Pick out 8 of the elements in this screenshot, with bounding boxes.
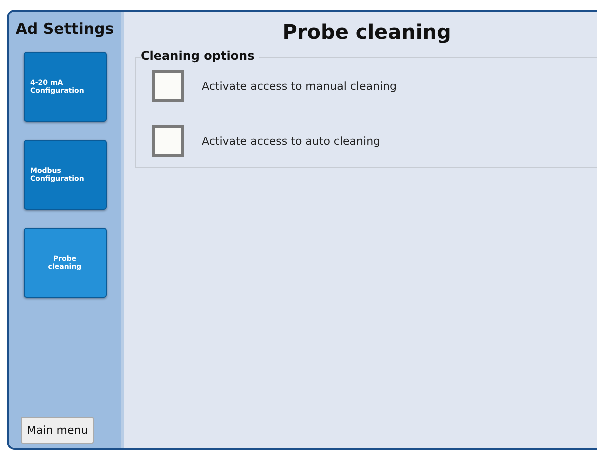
- main-menu-button[interactable]: Main menu: [21, 417, 94, 444]
- checkbox[interactable]: [152, 70, 184, 102]
- checkbox-label: Activate access to manual cleaning: [202, 80, 397, 92]
- group-title: Cleaning options: [141, 49, 259, 63]
- page-title: Probe cleaning: [282, 20, 452, 44]
- sidebar-title: Ad Settings: [16, 20, 114, 38]
- checkbox-label: Activate access to auto cleaning: [202, 134, 381, 148]
- checkbox[interactable]: [152, 125, 184, 157]
